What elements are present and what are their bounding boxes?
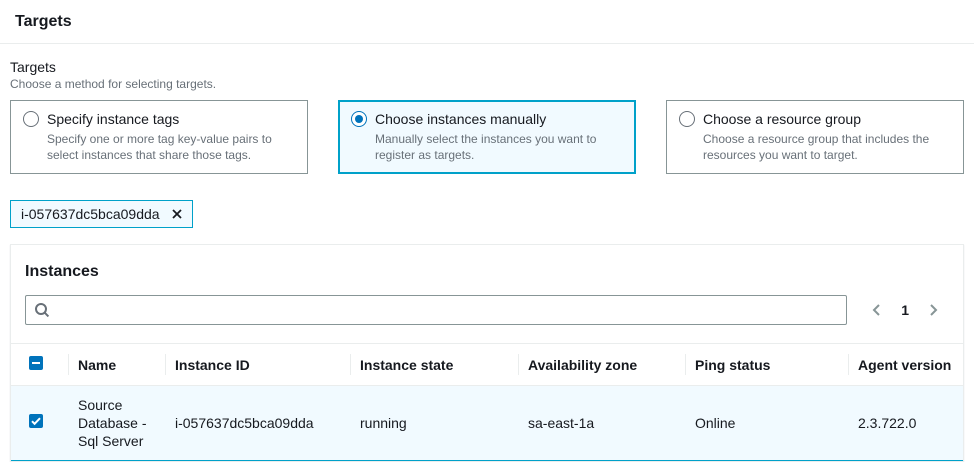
page-title: Targets	[0, 0, 974, 44]
cell-ping-status: Online	[685, 386, 848, 461]
target-method-options: Specify instance tags Specify one or mor…	[10, 100, 964, 174]
token-close-icon[interactable]	[170, 207, 184, 221]
option-description: Choose a resource group that includes th…	[703, 131, 951, 163]
option-specify-instance-tags[interactable]: Specify instance tags Specify one or mor…	[10, 100, 308, 174]
instances-panel-title: Instances	[11, 245, 963, 287]
option-choose-resource-group[interactable]: Choose a resource group Choose a resourc…	[666, 100, 964, 174]
column-header-ping-status[interactable]: Ping status	[685, 344, 848, 386]
radio-unselected-icon[interactable]	[23, 111, 39, 127]
column-header-name[interactable]: Name	[68, 344, 165, 386]
column-header-instance-id[interactable]: Instance ID	[165, 344, 350, 386]
row-checkbox[interactable]	[29, 414, 43, 428]
search-input[interactable]	[25, 295, 847, 325]
page-number[interactable]: 1	[901, 302, 909, 318]
radio-selected-icon[interactable]	[351, 111, 367, 127]
option-label: Choose a resource group	[703, 111, 861, 127]
instances-panel: Instances 1	[10, 244, 964, 462]
pagination: 1	[869, 302, 949, 318]
select-all-checkbox[interactable]	[29, 356, 43, 370]
cell-instance-id: i-057637dc5bca09dda	[165, 386, 350, 461]
cell-name: Source Database - Sql Server	[68, 386, 165, 461]
option-description: Manually select the instances you want t…	[375, 131, 623, 163]
table-row[interactable]: Source Database - Sql Server i-057637dc5…	[11, 386, 963, 461]
targets-form: Targets Choose a method for selecting ta…	[0, 59, 974, 462]
targets-section-description: Choose a method for selecting targets.	[10, 77, 964, 91]
next-page-button[interactable]	[925, 302, 941, 318]
selected-tokens: i-057637dc5bca09dda	[10, 200, 964, 228]
column-header-instance-state[interactable]: Instance state	[350, 344, 518, 386]
instances-toolbar: 1	[11, 287, 963, 343]
instances-table: Name Instance ID Instance state Availabi…	[11, 343, 963, 461]
token-label: i-057637dc5bca09dda	[21, 206, 160, 222]
cell-instance-state: running	[350, 386, 518, 461]
cell-agent-version: 2.3.722.0	[848, 386, 963, 461]
targets-section-label: Targets	[10, 59, 964, 75]
instance-token: i-057637dc5bca09dda	[10, 200, 193, 228]
cell-availability-zone: sa-east-1a	[518, 386, 685, 461]
column-header-agent-version[interactable]: Agent version	[848, 344, 963, 386]
option-label: Choose instances manually	[375, 111, 546, 127]
option-choose-instances-manually[interactable]: Choose instances manually Manually selec…	[338, 100, 636, 174]
table-header-row: Name Instance ID Instance state Availabi…	[11, 344, 963, 386]
radio-unselected-icon[interactable]	[679, 111, 695, 127]
previous-page-button[interactable]	[869, 302, 885, 318]
column-header-availability-zone[interactable]: Availability zone	[518, 344, 685, 386]
search-box	[25, 295, 847, 325]
option-label: Specify instance tags	[47, 111, 179, 127]
option-description: Specify one or more tag key-value pairs …	[47, 131, 295, 163]
